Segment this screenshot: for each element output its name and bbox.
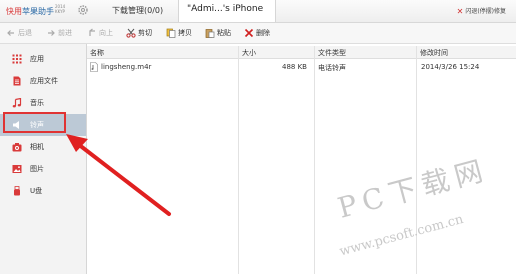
cell-type: 电话铃声 <box>318 64 346 72</box>
column-header-modified[interactable]: 修改时间 <box>420 48 448 58</box>
back-label: 后退 <box>18 29 32 37</box>
camera-icon <box>12 142 22 152</box>
column-header-size[interactable]: 大小 <box>242 48 256 58</box>
up-arrow-icon <box>89 28 95 36</box>
file-icon <box>12 76 22 86</box>
grid-icon <box>12 54 22 64</box>
sidebar: 应用 应用文件 音乐 铃声 相机 图片 U盘 <box>0 44 87 274</box>
brand-version: 2014 KKYP <box>55 4 65 14</box>
speaker-icon <box>12 120 22 130</box>
title-bar: 快用苹果助手 2014 KKYP 下载管理(0/0) "Admi...'s iP… <box>0 0 516 23</box>
cut-label: 剪切 <box>138 29 152 37</box>
brand-version-line2: KKYP <box>55 9 65 14</box>
sidebar-item-label: 应用文件 <box>30 77 58 85</box>
sidebar-item-camera[interactable]: 相机 <box>0 136 86 158</box>
app-brand: 快用苹果助手 <box>6 6 54 17</box>
copy-icon <box>166 28 176 38</box>
repair-icon: ✕ <box>456 7 464 16</box>
audio-file-icon <box>90 62 98 72</box>
paste-label: 粘贴 <box>217 29 231 37</box>
table-row[interactable]: lingsheng.m4r 488 KB 电话铃声 2014/3/26 15:2… <box>87 61 516 73</box>
sidebar-item-music[interactable]: 音乐 <box>0 92 86 114</box>
sidebar-item-label: 音乐 <box>30 99 44 107</box>
flash-fix-label: 闪退(停摆)修复 <box>465 8 506 15</box>
back-arrow-icon <box>7 30 14 36</box>
column-divider <box>416 46 417 274</box>
forward-button[interactable]: 前进 <box>46 27 72 39</box>
brand-part1: 快用 <box>6 7 22 16</box>
column-divider <box>238 46 239 274</box>
sidebar-item-label: 相机 <box>30 143 44 151</box>
delete-button[interactable]: 删除 <box>244 27 270 39</box>
sidebar-item-label: 图片 <box>30 165 44 173</box>
flash-fix-button[interactable]: ✕ 闪退(停摆)修复 <box>457 6 506 16</box>
download-manager-tab[interactable]: 下载管理(0/0) <box>112 5 163 16</box>
paste-button[interactable]: 粘贴 <box>205 27 231 39</box>
back-button[interactable]: 后退 <box>6 27 32 39</box>
cell-name: lingsheng.m4r <box>101 63 152 71</box>
cell-modified: 2014/3/26 15:24 <box>421 63 480 71</box>
picture-icon <box>12 164 22 174</box>
table-header: 名称 大小 文件类型 修改时间 <box>87 46 516 59</box>
sidebar-item-apps[interactable]: 应用 <box>0 48 86 70</box>
forward-arrow-icon <box>48 30 55 36</box>
column-header-name[interactable]: 名称 <box>90 48 104 58</box>
forward-label: 前进 <box>58 29 72 37</box>
paste-icon <box>205 29 215 38</box>
sidebar-item-label: U盘 <box>30 187 43 195</box>
settings-gear-icon[interactable] <box>77 4 89 16</box>
delete-label: 删除 <box>256 29 270 37</box>
cut-button[interactable]: 剪切 <box>126 27 152 39</box>
sidebar-item-label: 铃声 <box>30 121 44 129</box>
column-divider <box>314 46 315 274</box>
up-label: 向上 <box>99 29 113 37</box>
copy-button[interactable]: 拷贝 <box>166 27 192 39</box>
usb-icon <box>12 186 22 196</box>
scissors-icon <box>126 28 136 38</box>
cell-size: 488 KB <box>282 63 307 71</box>
sidebar-item-usb-drive[interactable]: U盘 <box>0 180 86 202</box>
delete-x-icon <box>244 28 254 38</box>
device-tab-label: "Admi...'s iPhone <box>187 4 264 14</box>
sidebar-item-label: 应用 <box>30 55 44 63</box>
up-button[interactable]: 向上 <box>87 27 113 39</box>
device-tab[interactable]: "Admi...'s iPhone <box>178 0 276 22</box>
music-note-icon <box>12 98 22 108</box>
copy-label: 拷贝 <box>178 29 192 37</box>
toolbar: 后退 前进 向上 剪切 拷贝 粘贴 删除 <box>0 23 516 44</box>
sidebar-item-pictures[interactable]: 图片 <box>0 158 86 180</box>
column-header-type[interactable]: 文件类型 <box>318 48 346 58</box>
sidebar-item-ringtones[interactable]: 铃声 <box>0 114 86 136</box>
brand-part2: 苹果助手 <box>22 7 54 16</box>
sidebar-item-app-files[interactable]: 应用文件 <box>0 70 86 92</box>
